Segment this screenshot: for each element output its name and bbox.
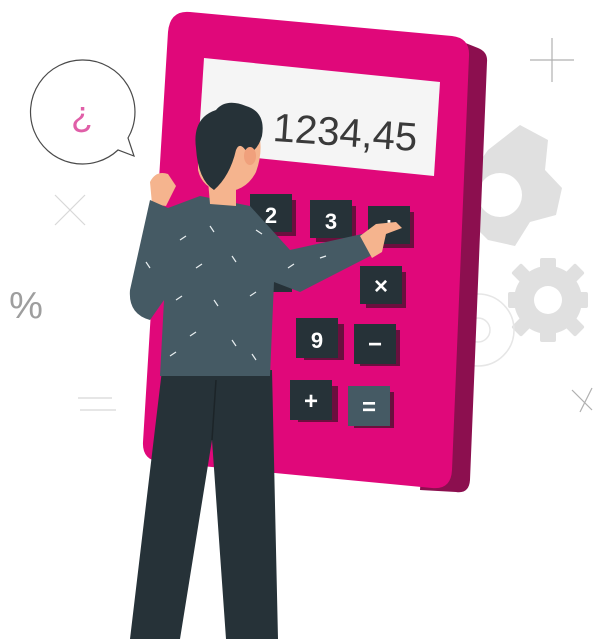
key-9-label: 9 — [311, 328, 323, 353]
key-equals-label: = — [362, 394, 376, 421]
key-2-label: 2 — [265, 203, 277, 228]
plus-sparkle-icon — [530, 38, 574, 82]
key-minus[interactable]: − — [354, 324, 400, 366]
speech-bubble-icon: ¿ — [29, 59, 136, 165]
person-ear — [244, 147, 256, 165]
dash-lines-icon — [78, 397, 116, 411]
cross-sparkle-left-icon — [54, 194, 86, 226]
key-equals[interactable]: = — [348, 386, 394, 428]
key-9[interactable]: 9 — [296, 318, 344, 360]
speech-bubble-symbol: ¿ — [71, 93, 93, 134]
key-plus[interactable]: + — [290, 380, 338, 422]
key-plus-label: + — [304, 388, 318, 415]
calculator-illustration: ¿ % 1234,45 2 3 ÷ 9 — [9, 11, 593, 639]
key-3-label: 3 — [325, 209, 337, 234]
key-3[interactable]: 3 — [310, 200, 356, 242]
percent-symbol: % — [9, 285, 43, 327]
key-minus-label: − — [368, 331, 382, 358]
gear-large-icon — [470, 125, 562, 246]
cross-sparkle-right-icon — [571, 387, 593, 413]
gear-small-icon — [508, 258, 588, 342]
key-multiply[interactable]: × — [360, 266, 406, 308]
key-multiply-label: × — [374, 273, 388, 300]
